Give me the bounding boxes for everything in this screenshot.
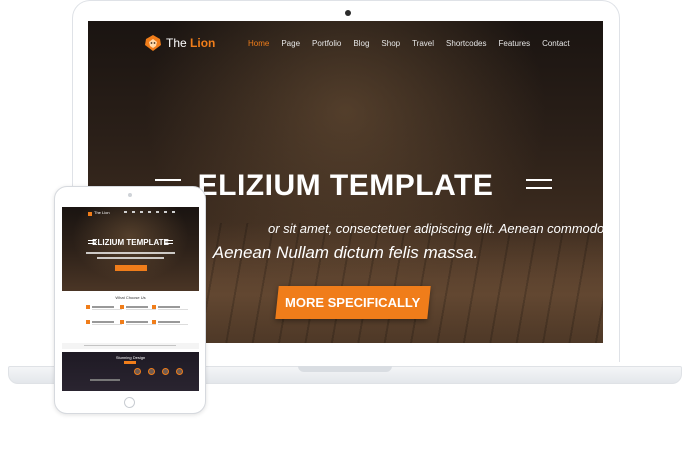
tablet-menu-item[interactable] — [156, 211, 159, 213]
site-navbar: The Lion Home Page Portfolio Blog Shop T… — [88, 21, 603, 66]
tablet-hero-right-divider — [165, 240, 173, 246]
feature-icon — [86, 320, 90, 324]
nav-item-features[interactable]: Features — [499, 39, 531, 48]
tablet-dark-button[interactable] — [124, 361, 136, 364]
tablet-menu-item[interactable] — [148, 211, 151, 213]
tablet-menu-item[interactable] — [172, 211, 175, 213]
feature-icon — [152, 320, 156, 324]
more-specifically-button[interactable]: MORE SPECIFICALLY — [275, 286, 431, 319]
nav-item-shortcodes[interactable]: Shortcodes — [446, 39, 486, 48]
feature-icon — [152, 305, 156, 309]
laptop-notch — [298, 366, 392, 372]
feature-icon — [86, 305, 90, 309]
tablet-menu-item[interactable] — [140, 211, 143, 213]
nav-item-travel[interactable]: Travel — [412, 39, 434, 48]
tablet-team-avatar[interactable] — [176, 368, 183, 375]
tablet-team-avatar[interactable] — [148, 368, 155, 375]
hero-right-divider — [526, 179, 552, 189]
nav-item-page[interactable]: Page — [281, 39, 300, 48]
tablet-dark-title: Stunning Design — [115, 355, 146, 360]
feature-icon — [120, 305, 124, 309]
tablet-dark-text — [90, 379, 120, 381]
tablet-feature-item — [152, 320, 198, 326]
tablet-cta-button[interactable] — [115, 265, 147, 271]
tablet-hero-subtitle-line1 — [86, 252, 175, 254]
tablet-menu-item[interactable] — [164, 211, 167, 213]
tablet-section-title: What Choose Us — [115, 295, 146, 300]
nav-item-contact[interactable]: Contact — [542, 39, 570, 48]
tablet-screen: The Lion ELIZIUM TEMPLATE What Choose Us… — [62, 207, 199, 391]
tablet-team-avatar[interactable] — [134, 368, 141, 375]
logo-highlight: Lion — [190, 36, 216, 50]
nav-item-blog[interactable]: Blog — [353, 39, 369, 48]
tablet-menu — [124, 211, 175, 213]
feature-icon — [120, 320, 124, 324]
tablet-hero-subtitle-line2 — [97, 257, 164, 259]
nav-item-home[interactable]: Home — [248, 39, 269, 48]
tablet-feature-item — [152, 305, 198, 311]
tablet-logo-text[interactable]: The Lion — [94, 210, 110, 215]
site-logo[interactable]: The Lion — [166, 36, 215, 50]
nav-item-shop[interactable]: Shop — [381, 39, 400, 48]
laptop-camera — [345, 10, 351, 16]
nav-item-portfolio[interactable]: Portfolio — [312, 39, 341, 48]
tablet-hero-title: ELIZIUM TEMPLATE — [92, 238, 169, 247]
tablet-info-strip — [62, 343, 199, 349]
tablet-lion-logo-icon[interactable] — [88, 212, 92, 216]
lion-logo-icon[interactable] — [145, 35, 161, 51]
tablet-dark-section: Stunning Design — [62, 352, 199, 391]
tablet-camera — [128, 193, 132, 197]
cta-label: MORE SPECIFICALLY — [285, 295, 421, 310]
main-menu: Home Page Portfolio Blog Shop Travel Sho… — [248, 39, 570, 48]
logo-prefix: The — [166, 36, 187, 50]
tablet-menu-item[interactable] — [124, 211, 127, 213]
tablet-team-avatar[interactable] — [162, 368, 169, 375]
tablet-hero: The Lion ELIZIUM TEMPLATE — [62, 207, 199, 291]
tablet-home-button[interactable] — [124, 397, 135, 408]
hero-subtitle-line1: or sit amet, consectetuer adipiscing eli… — [268, 221, 603, 236]
tablet-menu-item[interactable] — [132, 211, 135, 213]
